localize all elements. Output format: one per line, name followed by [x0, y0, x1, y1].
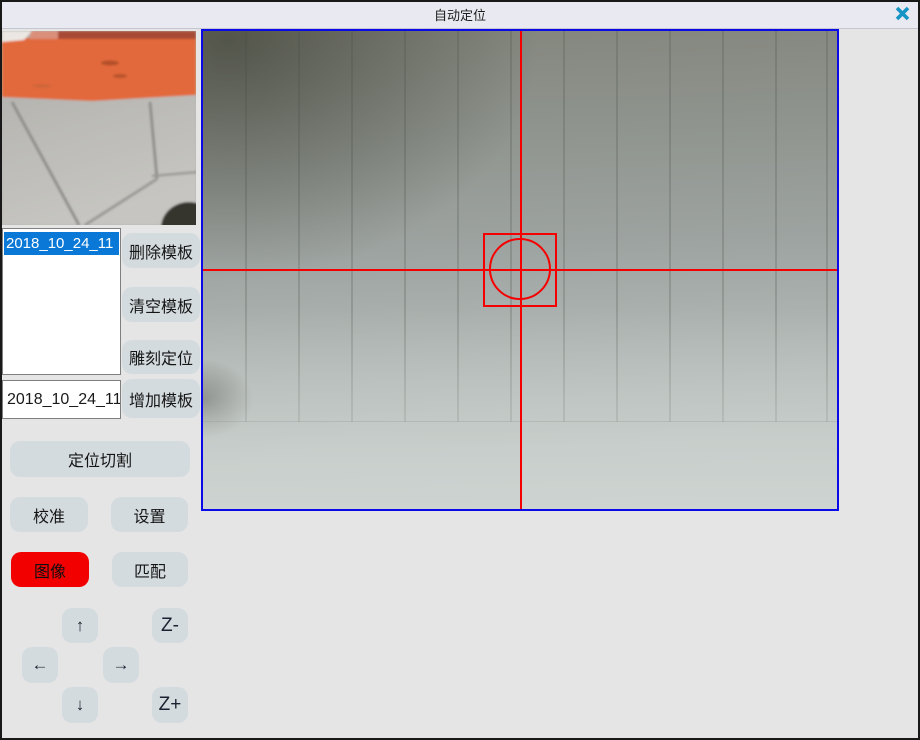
- x-close-icon: [895, 6, 910, 26]
- jog-down-button[interactable]: ↓: [62, 687, 98, 723]
- template-name-input[interactable]: [2, 380, 121, 419]
- jog-z-minus-button[interactable]: Z-: [152, 608, 188, 643]
- image-button[interactable]: 图像: [11, 552, 89, 587]
- close-button[interactable]: [892, 6, 912, 26]
- clear-templates-button[interactable]: 清空模板: [122, 287, 200, 322]
- jog-right-button[interactable]: →: [103, 647, 139, 683]
- jog-up-button[interactable]: ↑: [62, 608, 98, 643]
- position-cut-button[interactable]: 定位切割: [10, 441, 190, 477]
- jog-left-button[interactable]: ←: [22, 647, 58, 683]
- thumbnail-photo-icon: [2, 31, 196, 225]
- titlebar: 自动定位: [2, 2, 918, 29]
- template-thumbnail: [2, 31, 196, 225]
- window-title: 自动定位: [2, 2, 918, 29]
- target-circle-overlay: [489, 238, 551, 300]
- jog-z-plus-button[interactable]: Z+: [152, 687, 188, 723]
- delete-template-button[interactable]: 删除模板: [122, 233, 200, 268]
- template-list-item[interactable]: 2018_10_24_11: [4, 232, 119, 255]
- auto-positioning-window: 自动定位: [0, 0, 920, 740]
- add-template-button[interactable]: 增加模板: [122, 379, 200, 418]
- calibrate-button[interactable]: 校准: [10, 497, 88, 532]
- template-list[interactable]: 2018_10_24_11: [2, 228, 121, 375]
- match-button[interactable]: 匹配: [112, 552, 188, 587]
- engrave-position-button[interactable]: 雕刻定位: [122, 340, 200, 374]
- camera-viewport: [201, 29, 839, 511]
- settings-button[interactable]: 设置: [111, 497, 188, 532]
